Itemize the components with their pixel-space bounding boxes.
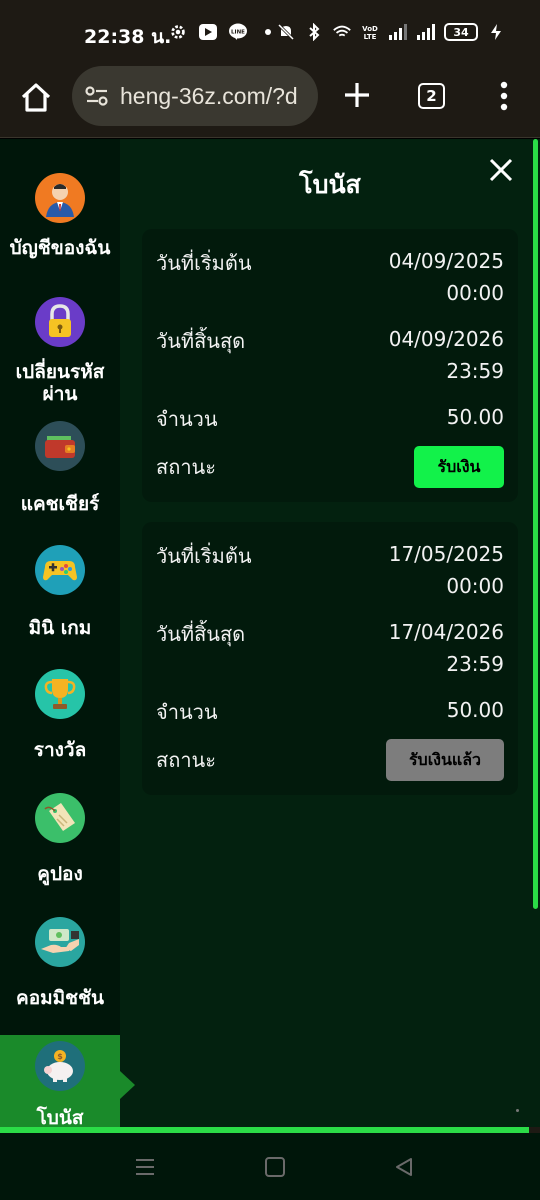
back-triangle-icon bbox=[396, 1158, 412, 1176]
svg-text:LINE: LINE bbox=[231, 30, 245, 36]
start-date: 04/09/2025 bbox=[388, 249, 504, 273]
end-time: 23:59 bbox=[446, 359, 504, 383]
page-title: โบนัส bbox=[299, 170, 361, 199]
claimed-button: รับเงินแล้ว bbox=[386, 739, 504, 781]
start-time: 00:00 bbox=[446, 281, 504, 305]
sidebar-item-label: รางวัล bbox=[33, 739, 87, 761]
battery-icon: 34 bbox=[444, 23, 478, 41]
close-button[interactable] bbox=[488, 157, 514, 183]
sidebar-item-label: แคชเชียร์ bbox=[20, 493, 100, 515]
end-time: 23:59 bbox=[446, 652, 504, 676]
signal-2-icon bbox=[416, 22, 436, 42]
end-date-label: วันที่สิ้นสุด bbox=[156, 329, 246, 353]
system-navigation-bar bbox=[0, 1133, 540, 1200]
end-date-value: 04/09/2026 23:59 bbox=[389, 323, 504, 387]
sidebar-item-coupon[interactable]: คูปอง bbox=[0, 793, 120, 915]
bonus-card: วันที่เริ่มต้น 17/05/2025 00:00 วันที่สิ… bbox=[142, 522, 518, 795]
active-indicator bbox=[120, 1071, 135, 1099]
system-icons: VoD LTE 34 bbox=[276, 22, 506, 42]
tab-switcher-button[interactable]: 2 bbox=[418, 83, 445, 109]
svg-text:$: $ bbox=[57, 1052, 63, 1061]
system-home-button[interactable] bbox=[265, 1157, 285, 1177]
new-tab-button[interactable] bbox=[340, 78, 374, 112]
status-label: สถานะ bbox=[156, 455, 216, 479]
url-text[interactable]: heng-36z.com/?d bbox=[120, 83, 298, 110]
system-back-button[interactable] bbox=[394, 1157, 414, 1177]
claim-button[interactable]: รับเงิน bbox=[414, 446, 504, 488]
start-time: 00:00 bbox=[446, 574, 504, 598]
status-bar: 22:38 น. LINE VoD LTE 34 bbox=[0, 0, 540, 66]
start-date: 17/05/2025 bbox=[388, 542, 504, 566]
end-date-value: 17/04/2026 23:59 bbox=[389, 616, 504, 680]
sidebar-item-bonus[interactable]: $ โบนัส bbox=[0, 1035, 120, 1129]
amount-value: 50.00 bbox=[446, 698, 504, 722]
browser-toolbar: heng-36z.com/?d 2 bbox=[0, 66, 540, 138]
bonus-card: วันที่เริ่มต้น 04/09/2025 00:00 วันที่สิ… bbox=[142, 229, 518, 502]
wallet-icon bbox=[35, 421, 85, 471]
sidebar-item-label: บัญชีของฉัน bbox=[9, 237, 111, 259]
start-date-label: วันที่เริ่มต้น bbox=[156, 251, 252, 275]
svg-text:VoD: VoD bbox=[362, 25, 378, 33]
dot-icon bbox=[258, 22, 278, 42]
sidebar-item-label: คอมมิชชัน bbox=[16, 987, 104, 1009]
sidebar-item-label: เปลี่ยนรหัสผ่าน bbox=[15, 361, 105, 405]
sidebar-item-commission[interactable]: คอมมิชชัน bbox=[0, 917, 120, 1039]
svg-text:LTE: LTE bbox=[364, 33, 377, 41]
plus-icon bbox=[345, 83, 369, 107]
end-date-label: วันที่สิ้นสุด bbox=[156, 622, 246, 646]
sidebar-item-account[interactable]: บัญชีของฉัน bbox=[0, 173, 120, 295]
status-label: สถานะ bbox=[156, 748, 216, 772]
start-date-value: 04/09/2025 00:00 bbox=[389, 245, 504, 309]
sidebar-item-rewards[interactable]: รางวัล bbox=[0, 669, 120, 791]
close-icon bbox=[489, 158, 513, 182]
address-bar[interactable]: heng-36z.com/?d bbox=[72, 66, 318, 126]
sidebar-item-label: โบนัส bbox=[36, 1107, 84, 1129]
sidebar-item-mini-game[interactable]: มินิ เกม bbox=[0, 545, 120, 667]
trophy-icon bbox=[35, 669, 85, 719]
sidebar-item-cashier[interactable]: แคชเชียร์ bbox=[0, 421, 120, 543]
browser-menu-button[interactable] bbox=[498, 80, 510, 112]
coupon-icon bbox=[35, 793, 85, 843]
commission-icon bbox=[35, 917, 85, 967]
site-settings-icon[interactable] bbox=[84, 84, 110, 108]
home-button[interactable] bbox=[18, 80, 54, 116]
line-app-icon: LINE bbox=[228, 22, 248, 42]
piggy-bank-icon: $ bbox=[35, 1041, 85, 1091]
wifi-icon bbox=[332, 22, 352, 42]
sidebar-item-change-password[interactable]: เปลี่ยนรหัสผ่าน bbox=[0, 297, 120, 419]
start-date-value: 17/05/2025 00:00 bbox=[389, 538, 504, 602]
volte-icon: VoD LTE bbox=[360, 22, 380, 42]
clock: 22:38 น. bbox=[84, 26, 172, 48]
settings-icon bbox=[168, 22, 188, 42]
sidebar: บัญชีของฉัน เปลี่ยนรหัสผ่าน แคชเชียร์ มิ… bbox=[0, 139, 135, 1129]
more-vert-icon bbox=[500, 81, 508, 111]
media-icon bbox=[198, 22, 218, 42]
amount-label: จำนวน bbox=[156, 407, 218, 431]
scrollbar[interactable] bbox=[533, 139, 538, 909]
scroll-indicator bbox=[516, 1109, 519, 1112]
user-icon bbox=[35, 173, 85, 223]
mute-bell-icon bbox=[276, 22, 296, 42]
start-date-label: วันที่เริ่มต้น bbox=[156, 544, 252, 568]
lock-icon bbox=[35, 297, 85, 347]
charging-icon bbox=[486, 22, 506, 42]
notification-icons: LINE bbox=[168, 22, 278, 42]
sidebar-item-label: มินิ เกม bbox=[28, 617, 92, 639]
menu-lines-icon bbox=[136, 1159, 154, 1175]
amount-label: จำนวน bbox=[156, 700, 218, 724]
bluetooth-icon bbox=[304, 22, 324, 42]
recents-button[interactable] bbox=[134, 1157, 156, 1177]
app-content: บัญชีของฉัน เปลี่ยนรหัสผ่าน แคชเชียร์ มิ… bbox=[0, 139, 540, 1129]
home-icon bbox=[21, 83, 51, 112]
signal-1-icon bbox=[388, 22, 408, 42]
end-date: 04/09/2026 bbox=[388, 327, 504, 351]
sidebar-item-label: คูปอง bbox=[37, 863, 83, 885]
end-date: 17/04/2026 bbox=[388, 620, 504, 644]
gamepad-icon bbox=[35, 545, 85, 595]
amount-value: 50.00 bbox=[446, 405, 504, 429]
